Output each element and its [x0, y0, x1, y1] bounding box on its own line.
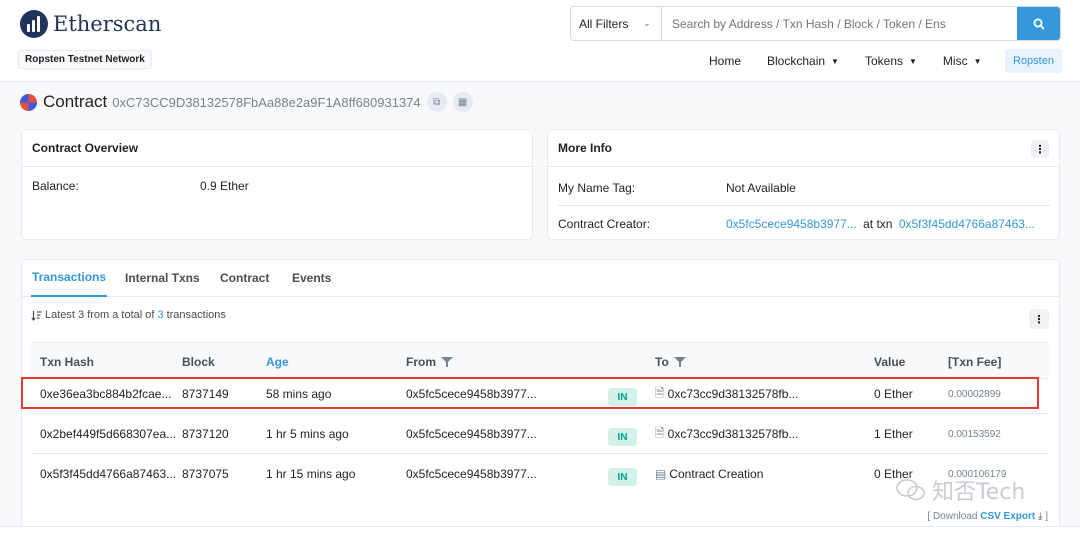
from-address-link[interactable]: 0x5fc5cece9458b3977... — [406, 414, 537, 454]
chevron-down-icon: ⌄ — [642, 18, 651, 29]
watermark: 知否Tech — [896, 474, 1025, 506]
kebab-icon: ⋮ — [1034, 143, 1046, 156]
csv-export-link[interactable]: CSV Export — [980, 511, 1035, 522]
direction-badge: IN — [608, 468, 637, 486]
age-value: 1 hr 5 mins ago — [266, 427, 349, 441]
contract-overview-heading: Contract Overview — [22, 130, 532, 167]
network-badge: Ropsten Testnet Network — [18, 50, 152, 69]
kebab-icon: ⋮ — [1033, 313, 1045, 326]
divider — [558, 205, 1050, 206]
page-title-label: Contract — [43, 92, 108, 111]
qr-code-button[interactable]: ▦ — [452, 92, 473, 112]
main-nav: Home Blockchain ▼ Tokens ▼ Misc ▼ — [709, 54, 1008, 68]
search-input[interactable] — [662, 7, 1017, 40]
page-title: Contract 0xC73CC9D38132578FbAa88e2a9F1A8… — [20, 92, 473, 112]
site-header: Etherscan Ropsten Testnet Network All Fi… — [0, 0, 1080, 82]
block-link[interactable]: 8737075 — [182, 454, 229, 494]
txn-fee-value: 0.00153592 — [948, 428, 1001, 440]
contract-creation-icon: ▤ — [655, 467, 667, 481]
from-address-link[interactable]: 0x5fc5cece9458b3977... — [406, 454, 537, 494]
summary-prefix: Latest 3 from a total of — [45, 309, 155, 321]
filter-icon[interactable] — [441, 356, 453, 368]
nav-home[interactable]: Home — [709, 54, 741, 68]
tab-contract[interactable]: Contract — [220, 259, 269, 297]
creator-txn-link[interactable]: 0x5f3f45dd4766a87463... — [899, 217, 1035, 231]
contract-icon — [20, 93, 37, 111]
contract-creator-row: 0x5fc5cece9458b3977... at txn 0x5f3f45dd… — [726, 217, 1035, 231]
network-switch-button[interactable]: Ropsten — [1005, 49, 1062, 73]
chevron-down-icon: ▼ — [909, 56, 917, 66]
logo-icon — [20, 10, 48, 38]
chevron-down-icon: ▼ — [973, 56, 982, 66]
name-tag-label: My Name Tag: — [558, 181, 636, 195]
search-icon — [1033, 18, 1045, 30]
nav-home-label: Home — [709, 54, 742, 68]
download-prefix: [ Download — [927, 511, 978, 522]
name-tag-value: Not Available — [726, 181, 796, 195]
search-button[interactable] — [1017, 7, 1060, 40]
sort-icon — [31, 310, 42, 321]
more-info-heading: More Info ⋮ — [548, 130, 1059, 167]
direction-badge: IN — [608, 428, 637, 446]
nav-blockchain[interactable]: Blockchain ▼ — [767, 54, 839, 68]
copy-icon: ⧉ — [433, 96, 441, 108]
more-options-button[interactable]: ⋮ — [1031, 140, 1049, 158]
to-contract-creation: ▤ Contract Creation — [655, 454, 763, 494]
search-bar: All Filters ⌄ — [570, 6, 1061, 41]
contract-creator-label: Contract Creator: — [558, 217, 651, 231]
txn-hash-link[interactable]: 0x5f3f45dd4766a87463... — [40, 454, 176, 494]
more-info-card: More Info ⋮ My Name Tag: Not Available C… — [547, 129, 1060, 240]
row-highlight-box — [21, 377, 1039, 409]
to-address-text: 0xc73cc9d38132578fb... — [667, 427, 799, 441]
col-from-label: From — [406, 354, 436, 369]
contract-overview-title: Contract Overview — [32, 141, 139, 155]
search-filter-select[interactable]: All Filters ⌄ — [571, 7, 662, 40]
nav-misc[interactable]: Misc ▼ — [943, 54, 982, 68]
contract-address: 0xC73CC9D38132578FbAa88e2a9F1A8ff6809313… — [112, 94, 421, 110]
tab-transactions[interactable]: Transactions — [31, 259, 108, 297]
creator-address-link[interactable]: 0x5fc5cece9458b3977... — [726, 217, 857, 231]
search-filter-label: All Filters — [579, 16, 629, 31]
tab-events[interactable]: Events — [292, 259, 331, 297]
file-icon: 🗎 — [655, 425, 665, 440]
to-address-text: Contract Creation — [669, 467, 764, 481]
nav-blockchain-label: Blockchain — [767, 54, 826, 68]
qr-code-icon: ▦ — [457, 96, 468, 108]
txn-hash-link[interactable]: 0x2bef449f5d668307ea... — [40, 414, 176, 454]
summary-count[interactable]: 3 — [157, 309, 163, 321]
tab-bar: Transactions Internal Txns Contract Even… — [21, 259, 1060, 297]
watermark-text: 知否Tech — [932, 480, 1026, 505]
tab-internal-txns[interactable]: Internal Txns — [125, 259, 200, 297]
nav-tokens-label: Tokens — [864, 54, 903, 68]
balance-label: Balance: — [32, 179, 79, 193]
chevron-down-icon: ▼ — [831, 56, 839, 66]
csv-export: [ Download CSV Export ⤓ ] — [927, 511, 1048, 522]
to-address[interactable]: 🗎 0xc73cc9d38132578fb... — [655, 414, 798, 454]
summary-suffix: transactions — [166, 309, 226, 321]
page-bottom — [0, 526, 1080, 536]
copy-address-button[interactable]: ⧉ — [426, 92, 447, 112]
col-to-label: To — [655, 354, 669, 369]
block-link[interactable]: 8737120 — [182, 414, 229, 454]
download-icon: ⤓ — [1038, 511, 1043, 522]
at-txn-label: at txn — [863, 217, 893, 231]
age-value: 1 hr 15 mins ago — [266, 467, 356, 481]
table-options-button[interactable]: ⋮ — [1029, 309, 1049, 329]
table-row: 0x2bef449f5d668307ea... 8737120 1 hr 5 m… — [31, 414, 1049, 454]
value-amount: 1 Ether — [874, 427, 913, 441]
download-suffix: ] — [1045, 511, 1048, 522]
wechat-icon — [896, 479, 925, 501]
filter-icon[interactable] — [673, 356, 686, 368]
nav-misc-label: Misc — [942, 54, 968, 68]
logo-text: Etherscan — [53, 12, 162, 36]
nav-tokens[interactable]: Tokens ▼ — [865, 54, 917, 68]
contract-overview-card: Contract Overview Balance: 0.9 Ether — [21, 129, 533, 240]
etherscan-logo[interactable]: Etherscan — [20, 10, 161, 38]
balance-value: 0.9 Ether — [200, 179, 249, 193]
more-info-title: More Info — [558, 141, 612, 155]
txn-summary: Latest 3 from a total of 3 transactions — [31, 309, 226, 321]
